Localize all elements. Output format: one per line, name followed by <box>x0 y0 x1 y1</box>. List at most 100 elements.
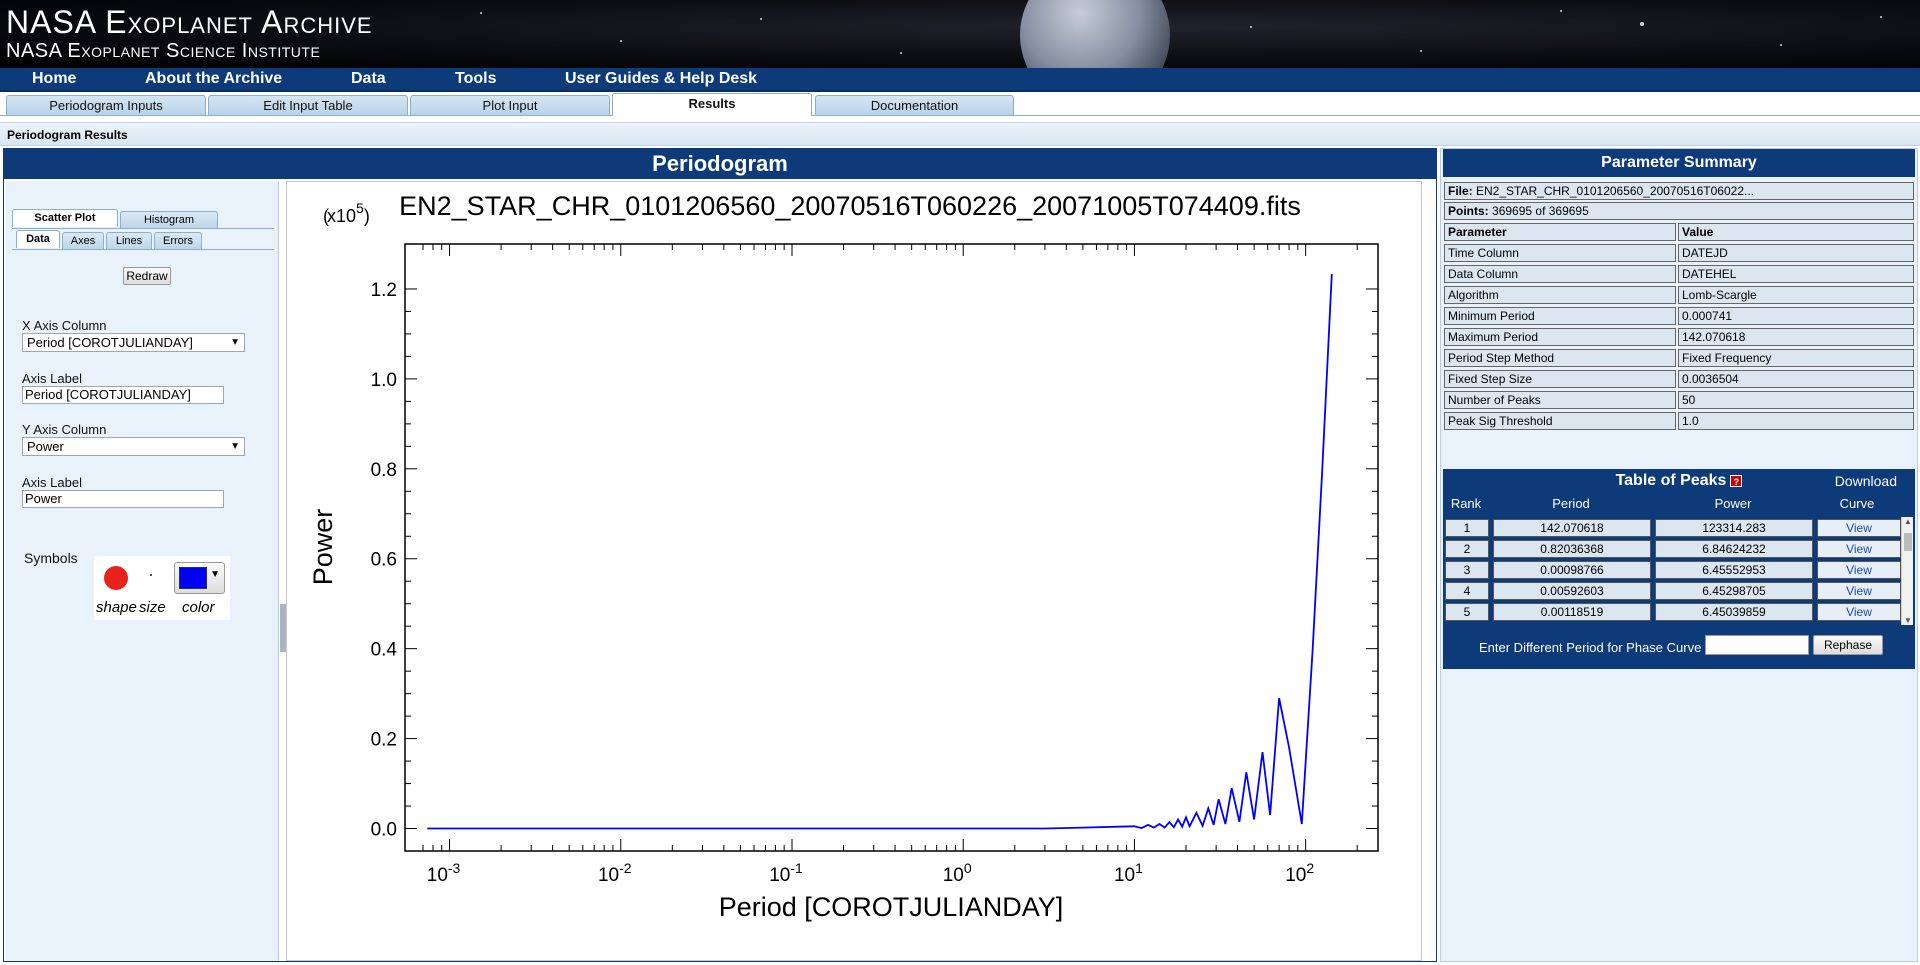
subtab-lines[interactable]: Lines <box>106 232 152 250</box>
peak-period: 0.00592603 <box>1493 582 1651 600</box>
peak-power: 6.45039859 <box>1655 603 1813 621</box>
peaks-header-rank: Rank <box>1450 496 1482 511</box>
tab-histogram[interactable]: Histogram <box>120 211 218 229</box>
y-tick-label: 0.4 <box>371 640 398 661</box>
y-axis-column-label: Y Axis Column <box>22 422 107 437</box>
y-scale-exponent: 5 <box>356 200 364 216</box>
y-axis-label-input[interactable]: Power <box>22 490 224 508</box>
main-nav: Home About the Archive Data Tools User G… <box>0 68 1920 92</box>
download-link[interactable]: Download <box>1835 473 1897 489</box>
peak-rank: 5 <box>1445 603 1489 621</box>
table-of-peaks: Table of Peaks? Download Rank Period Pow… <box>1443 469 1915 669</box>
tab-results[interactable]: Results <box>612 93 812 116</box>
y-axis-label-label: Axis Label <box>22 475 82 490</box>
parameter-summary-panel: Parameter Summary File: EN2_STAR_CHR_010… <box>1440 148 1918 962</box>
param-name: Data Column <box>1444 265 1676 283</box>
plot-frame <box>404 243 1379 852</box>
param-header-value: Value <box>1678 223 1914 241</box>
y-tick-label: 0.0 <box>371 820 397 841</box>
symbol-color-select[interactable]: ▼ <box>174 562 225 594</box>
chart-title: EN2_STAR_CHR_0101206560_20070516T060226_… <box>399 191 1301 221</box>
points-row: Points: 369695 of 369695 <box>1444 202 1914 220</box>
nav-about[interactable]: About the Archive <box>145 70 282 88</box>
symbol-size-label: size <box>139 599 166 616</box>
parameter-summary-title: Parameter Summary <box>1443 149 1915 177</box>
tab-edit-input-table[interactable]: Edit Input Table <box>208 95 408 115</box>
y-tick-label: 1.0 <box>371 370 397 391</box>
x-tick-label: 10-3 <box>427 860 461 886</box>
y-tick-label: 0.8 <box>371 460 397 481</box>
view-curve-link[interactable]: View <box>1817 603 1901 621</box>
subtab-errors[interactable]: Errors <box>154 232 202 250</box>
x-axis-column-select[interactable]: Period [COROTJULIANDAY] ▼ <box>22 333 245 352</box>
symbol-color-swatch <box>179 567 207 589</box>
symbol-shape-label: shape <box>96 599 137 616</box>
x-tick-label: 10-1 <box>769 860 803 886</box>
symbol-size[interactable] <box>150 574 152 576</box>
rephase-period-input[interactable] <box>1705 635 1809 655</box>
file-label: File: <box>1448 184 1473 198</box>
tab-documentation[interactable]: Documentation <box>815 95 1014 115</box>
peak-power: 6.84624232 <box>1655 540 1813 558</box>
nav-home[interactable]: Home <box>32 70 76 88</box>
param-value: DATEJD <box>1678 244 1914 262</box>
peak-rank: 2 <box>1445 540 1489 558</box>
svg-text:(: ( <box>323 206 329 226</box>
param-value: Lomb-Scargle <box>1678 286 1914 304</box>
peaks-scrollbar[interactable]: ▲ ▼ <box>1901 517 1913 625</box>
y-tick-label: 0.6 <box>371 550 397 571</box>
peak-period: 0.82036368 <box>1493 540 1651 558</box>
points-label: Points: <box>1448 204 1489 218</box>
nav-tools[interactable]: Tools <box>455 70 496 88</box>
tab-plot-input[interactable]: Plot Input <box>410 95 610 115</box>
x-tick-label: 101 <box>1114 860 1143 886</box>
tab-periodogram-inputs[interactable]: Periodogram Inputs <box>6 95 206 115</box>
view-curve-link[interactable]: View <box>1817 540 1901 558</box>
redraw-button[interactable]: Redraw <box>123 267 171 285</box>
view-curve-link[interactable]: View <box>1817 561 1901 579</box>
results-subheader-label: Periodogram Results <box>7 128 128 142</box>
x-axis-column-label: X Axis Column <box>22 318 107 333</box>
x-axis-label-input[interactable]: Period [COROTJULIANDAY] <box>22 386 224 404</box>
archive-title: NASA Exoplanet Archive <box>6 4 373 40</box>
peak-period: 0.00098766 <box>1493 561 1651 579</box>
symbols-box: ▼ shape size color <box>94 556 230 620</box>
x-axis-label-label: Axis Label <box>22 371 82 386</box>
periodogram-chart: EN2_STAR_CHR_0101206560_20070516T060226_… <box>308 191 1379 922</box>
subtab-data[interactable]: Data <box>16 230 60 248</box>
param-value: Fixed Frequency <box>1678 349 1914 367</box>
nav-help[interactable]: User Guides & Help Desk <box>565 70 757 88</box>
scroll-thumb[interactable] <box>1904 533 1912 551</box>
points-value: 369695 of 369695 <box>1492 204 1589 218</box>
symbol-shape-circle[interactable] <box>104 566 128 590</box>
chevron-down-icon: ▼ <box>210 569 220 580</box>
param-value: DATEHEL <box>1678 265 1914 283</box>
symbol-color-label: color <box>182 599 215 616</box>
subtab-axes[interactable]: Axes <box>62 232 104 250</box>
rephase-button[interactable]: Rephase <box>1813 635 1883 655</box>
rephase-label: Enter Different Period for Phase Curve <box>1479 640 1702 655</box>
param-name: Fixed Step Size <box>1444 370 1676 388</box>
institute-subtitle: NASA Exoplanet Science Institute <box>6 40 321 62</box>
y-tick-label: 1.2 <box>371 280 397 301</box>
y-scale-multiplier: x105) <box>327 200 370 226</box>
peak-power: 6.45552953 <box>1655 561 1813 579</box>
nav-data[interactable]: Data <box>351 70 386 88</box>
param-name: Minimum Period <box>1444 307 1676 325</box>
tab-scatter-plot[interactable]: Scatter Plot <box>12 209 118 227</box>
peaks-header-period: Period <box>1552 496 1590 511</box>
scroll-up-icon[interactable]: ▲ <box>1904 517 1912 526</box>
view-curve-link[interactable]: View <box>1817 582 1901 600</box>
y-tick-label: 0.2 <box>371 730 397 751</box>
peak-period: 0.00118519 <box>1493 603 1651 621</box>
peak-rank: 1 <box>1445 519 1489 537</box>
peaks-header-power: Power <box>1714 496 1752 511</box>
view-curve-link[interactable]: View <box>1817 519 1901 537</box>
y-axis-ticks: 0.0 0.2 0.4 0.6 0.8 1.0 1.2 <box>371 280 1378 841</box>
scroll-down-icon[interactable]: ▼ <box>1904 616 1912 625</box>
help-icon[interactable]: ? <box>1730 474 1743 487</box>
peak-rank: 3 <box>1445 561 1489 579</box>
chevron-down-icon: ▼ <box>230 337 240 348</box>
y-axis-column-select[interactable]: Power ▼ <box>22 437 245 456</box>
periodogram-panel: Periodogram Scatter Plot Histogram Data … <box>3 148 1437 962</box>
